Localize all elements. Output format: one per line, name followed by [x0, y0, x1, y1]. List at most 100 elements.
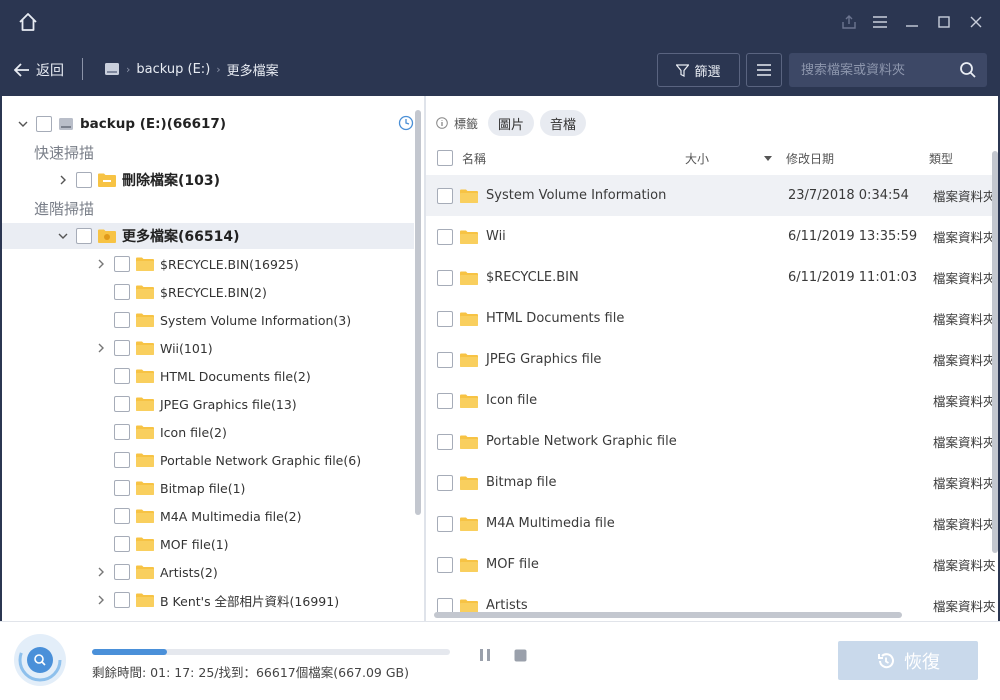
checkbox[interactable]: [114, 312, 130, 328]
checkbox[interactable]: [437, 310, 453, 327]
chevron-right-icon[interactable]: [94, 257, 108, 271]
tree-item[interactable]: Artists(2): [94, 558, 218, 586]
tree-item[interactable]: Wii(101): [94, 334, 213, 362]
file-row[interactable]: Icon file 檔案資料夾: [426, 380, 996, 421]
file-modified-date: 6/11/2019 11:01:03: [788, 270, 918, 285]
back-button[interactable]: 返回: [14, 58, 64, 82]
file-row[interactable]: Wii 6/11/2019 13:35:59 檔案資料夾: [426, 216, 996, 257]
filter-button[interactable]: 篩選: [657, 53, 740, 87]
checkbox[interactable]: [437, 351, 453, 368]
checkbox[interactable]: [114, 480, 130, 496]
file-row[interactable]: M4A Multimedia file 檔案資料夾: [426, 503, 996, 544]
recover-button[interactable]: 恢復: [838, 641, 978, 680]
tree-item-label: 刪除檔案(103): [122, 173, 221, 189]
tree-item[interactable]: B Kent's 全部相片資料(16991): [94, 586, 339, 614]
tree-item[interactable]: Bitmap file(1): [94, 474, 245, 502]
column-header-size[interactable]: 大小: [685, 146, 709, 170]
hamburger-menu-icon[interactable]: [868, 10, 892, 34]
chevron-down-icon[interactable]: [56, 229, 70, 243]
checkbox[interactable]: [76, 172, 92, 188]
tree-item[interactable]: M4A Multimedia file(2): [94, 502, 301, 530]
breadcrumb-drive[interactable]: backup (E:): [136, 62, 210, 77]
file-row[interactable]: Portable Network Graphic file 檔案資料夾: [426, 421, 996, 462]
checkbox[interactable]: [437, 392, 453, 409]
tree-scrollbar[interactable]: [414, 110, 422, 610]
folder-icon: [460, 558, 478, 572]
view-options-button[interactable]: [746, 53, 782, 87]
tree-item-label: Artists(2): [160, 564, 218, 580]
refresh-icon[interactable]: [398, 115, 414, 131]
checkbox[interactable]: [437, 474, 453, 491]
tree-item[interactable]: Portable Network Graphic file(6): [94, 446, 361, 474]
chevron-right-icon[interactable]: [94, 341, 108, 355]
checkbox[interactable]: [114, 592, 130, 608]
pause-icon[interactable]: [476, 648, 494, 662]
search-icon[interactable]: [957, 59, 979, 81]
scrollbar-thumb[interactable]: [434, 612, 902, 618]
checkbox[interactable]: [437, 228, 453, 245]
recover-label: 恢復: [904, 651, 940, 673]
scrollbar-thumb[interactable]: [992, 151, 998, 553]
checkbox[interactable]: [114, 452, 130, 468]
checkbox[interactable]: [437, 515, 453, 532]
column-header-modified[interactable]: 修改日期: [786, 146, 834, 170]
tree-item-label: B Kent's 全部相片資料(16991): [160, 593, 340, 609]
scrollbar-thumb[interactable]: [415, 110, 421, 515]
tree-item[interactable]: MOF file(1): [94, 530, 229, 558]
close-icon[interactable]: [964, 10, 988, 34]
tag-chip-audio[interactable]: 音檔: [540, 110, 587, 136]
checkbox[interactable]: [114, 284, 130, 300]
tree-item-more-files[interactable]: 更多檔案(66514): [56, 222, 240, 250]
checkbox[interactable]: [114, 508, 130, 524]
file-row[interactable]: JPEG Graphics file 檔案資料夾: [426, 339, 996, 380]
tree-root[interactable]: backup (E:)(66617): [16, 110, 226, 138]
checkbox[interactable]: [114, 340, 130, 356]
tree-item[interactable]: HTML Documents file(2): [94, 362, 311, 390]
file-type: 檔案資料夾: [933, 435, 996, 450]
checkbox[interactable]: [114, 256, 130, 272]
column-header-name[interactable]: 名稱: [462, 146, 486, 170]
tree-item[interactable]: Icon file(2): [94, 418, 227, 446]
file-row[interactable]: HTML Documents file 檔案資料夾: [426, 298, 996, 339]
file-row[interactable]: Bitmap file 檔案資料夾: [426, 462, 996, 503]
select-all-checkbox[interactable]: [437, 150, 453, 166]
search-input[interactable]: [789, 53, 949, 87]
file-row[interactable]: $RECYCLE.BIN 6/11/2019 11:01:03 檔案資料夾: [426, 257, 996, 298]
checkbox[interactable]: [114, 424, 130, 440]
checkbox[interactable]: [437, 433, 453, 450]
stop-icon[interactable]: [513, 648, 527, 662]
sort-desc-icon[interactable]: [764, 156, 772, 162]
checkbox[interactable]: [437, 269, 453, 286]
progress-fill: [92, 649, 168, 655]
checkbox[interactable]: [437, 556, 453, 573]
checkbox[interactable]: [36, 116, 52, 132]
tree-item[interactable]: $RECYCLE.BIN(2): [94, 278, 267, 306]
tag-chip-images[interactable]: 圖片: [488, 110, 535, 136]
tree-item[interactable]: $RECYCLE.BIN(16925): [94, 250, 299, 278]
checkbox[interactable]: [114, 396, 130, 412]
chevron-down-icon[interactable]: [16, 117, 30, 131]
checkbox[interactable]: [76, 228, 92, 244]
tree-item[interactable]: System Volume Information(3): [94, 306, 351, 334]
chevron-right-icon[interactable]: [94, 593, 108, 607]
file-name: System Volume Information: [486, 188, 667, 203]
home-icon[interactable]: [16, 10, 40, 34]
checkbox[interactable]: [114, 536, 130, 552]
column-header-type[interactable]: 類型: [929, 146, 953, 170]
tree-item[interactable]: JPEG Graphics file(13): [94, 390, 297, 418]
checkbox[interactable]: [114, 368, 130, 384]
chevron-right-icon[interactable]: [56, 173, 70, 187]
file-row[interactable]: System Volume Information 23/7/2018 0:34:…: [426, 175, 996, 216]
chevron-right-icon[interactable]: [94, 565, 108, 579]
minimize-icon[interactable]: [900, 10, 924, 34]
tree-item-deleted-files[interactable]: 刪除檔案(103): [56, 166, 220, 194]
file-row[interactable]: MOF file 檔案資料夾: [426, 544, 996, 585]
share-icon[interactable]: [837, 10, 861, 34]
checkbox[interactable]: [437, 187, 453, 204]
maximize-icon[interactable]: [932, 10, 956, 34]
file-list-vertical-scrollbar[interactable]: [992, 151, 998, 611]
file-list-horizontal-scrollbar[interactable]: [426, 611, 992, 619]
checkbox[interactable]: [114, 564, 130, 580]
